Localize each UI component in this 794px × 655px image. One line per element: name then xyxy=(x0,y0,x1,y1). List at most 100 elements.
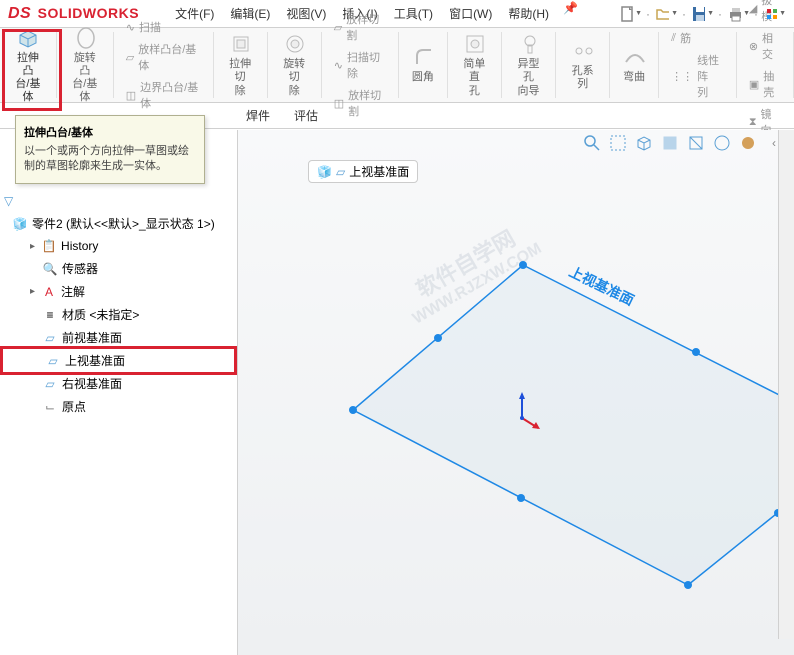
chevron-down-icon: ▼ xyxy=(743,10,750,17)
menu-view[interactable]: 视图(V) xyxy=(280,1,332,26)
plane-icon: ▱ xyxy=(42,330,58,346)
zoom-fit-button[interactable] xyxy=(580,131,604,155)
print-icon xyxy=(726,4,741,24)
tree-origin[interactable]: ⌙ 原点 xyxy=(0,395,237,418)
mirror-icon: ⧗ xyxy=(749,116,757,129)
expand-icon[interactable]: ▸ xyxy=(30,286,35,297)
rib-button[interactable]: ⫽筋 xyxy=(667,28,728,48)
loft-cut-icon: ▱ xyxy=(334,21,342,34)
breadcrumb[interactable]: 🧊 ▱ 上视基准面 xyxy=(308,160,418,183)
tree-material[interactable]: ≡ 材质 <未指定> xyxy=(0,303,237,326)
simple-hole-icon xyxy=(462,32,486,56)
rib-icon: ⫽ xyxy=(671,32,676,45)
feature-tree: ▽ 🧊 零件2 (默认<<默认>_显示状态 1>) ▸ 📋 History 🔍 … xyxy=(0,130,238,655)
fillet-icon xyxy=(411,45,435,69)
tree-annotations[interactable]: ▸ A 注解 xyxy=(0,280,237,303)
chevron-icon: ‹ xyxy=(772,136,776,150)
intersect-icon: ⊗ xyxy=(749,40,758,53)
loft-icon: ▱ xyxy=(126,51,134,64)
origin-icon: ⌙ xyxy=(42,399,58,415)
rebuild-button[interactable]: ▼ xyxy=(762,3,786,25)
titlebar: DS SOLIDWORKS 文件(F) 编辑(E) 视图(V) 插入(I) 工具… xyxy=(0,0,794,28)
new-button[interactable]: ▼ xyxy=(618,3,642,25)
zoom-area-button[interactable] xyxy=(606,131,630,155)
revolve-cut-label: 旋转切 除 xyxy=(280,58,309,98)
menu-tools[interactable]: 工具(T) xyxy=(388,1,439,26)
revolve-boss-button[interactable]: 旋转凸 台/基体 xyxy=(65,22,105,109)
zoom-area-icon xyxy=(608,133,628,153)
scrollbar-vertical[interactable] xyxy=(778,130,794,639)
view-orient-button[interactable] xyxy=(632,131,656,155)
plane-icon: ▱ xyxy=(45,353,61,369)
tree-history[interactable]: ▸ 📋 History xyxy=(0,235,237,257)
linear-pattern-icon: ⋮⋮ xyxy=(671,70,693,83)
sketch-plane: 上视基准面 xyxy=(338,250,794,590)
loft-cut-button[interactable]: ▱放样切割 xyxy=(330,9,390,45)
history-icon: 📋 xyxy=(41,238,57,254)
draft-icon: ◢ xyxy=(749,2,757,15)
rebuild-icon xyxy=(762,4,777,24)
simple-hole-button[interactable]: 简单直 孔 xyxy=(456,28,493,102)
ribbon: 拉伸凸 台/基体 旋转凸 台/基体 ∿扫描 ▱放样凸台/基体 ◫边界凸台/基体 … xyxy=(0,28,794,103)
app-logo: DS SOLIDWORKS xyxy=(8,5,139,23)
shell-button[interactable]: ▣抽壳 xyxy=(745,66,785,102)
menu-help[interactable]: 帮助(H) xyxy=(502,1,555,26)
tooltip: 拉伸凸台/基体 以一个或两个方向拉伸一草图或绘制的草图轮廓来生成一实体。 xyxy=(15,115,205,184)
bend-button[interactable]: 弯曲 xyxy=(618,41,650,88)
display-style-button[interactable] xyxy=(658,131,682,155)
filter-icon[interactable]: ▽ xyxy=(4,194,233,208)
boundary-button[interactable]: ◫边界凸台/基体 xyxy=(122,77,205,113)
scene-button[interactable] xyxy=(710,131,734,155)
menu-window[interactable]: 窗口(W) xyxy=(443,1,498,26)
expand-icon[interactable]: ▸ xyxy=(30,241,35,252)
section-view-icon xyxy=(686,133,706,153)
viewport[interactable]: 🧊 ▱ 上视基准面 软件自学网 WWW.RJZXW.COM 上视基准面 xyxy=(238,130,794,655)
hole-series-button[interactable]: 孔系列 xyxy=(564,35,601,95)
intersect-button[interactable]: ⊗相交 xyxy=(745,28,785,64)
extrude-boss-button[interactable]: 拉伸凸 台/基体 xyxy=(8,22,48,109)
workspace: ▽ 🧊 零件2 (默认<<默认>_显示状态 1>) ▸ 📋 History 🔍 … xyxy=(0,130,794,655)
tree-top-plane[interactable]: ▱ 上视基准面 xyxy=(0,346,237,375)
sweep-cut-button[interactable]: ∿扫描切除 xyxy=(330,47,390,83)
pin-icon[interactable]: 📌 xyxy=(563,1,578,26)
save-button[interactable]: ▼ xyxy=(690,3,714,25)
fillet-button[interactable]: 圆角 xyxy=(407,41,439,88)
boundary-icon: ◫ xyxy=(126,89,136,102)
sensors-icon: 🔍 xyxy=(42,261,58,277)
extrude-cut-button[interactable]: 拉伸切 除 xyxy=(222,28,259,102)
appearance-button[interactable] xyxy=(736,131,760,155)
tab-evaluate[interactable]: 评估 xyxy=(282,103,330,128)
revolve-cut-icon xyxy=(282,32,306,56)
hole-wizard-button[interactable]: 异型孔 向导 xyxy=(510,28,547,102)
open-button[interactable]: ▼ xyxy=(654,3,678,25)
tree-right-plane[interactable]: ▱ 右视基准面 xyxy=(0,372,237,395)
boundary-cut-button[interactable]: ◫放样切割 xyxy=(330,85,390,121)
loft-button[interactable]: ▱放样凸台/基体 xyxy=(122,39,205,75)
chevron-down-icon: ▼ xyxy=(635,10,642,17)
linear-pattern-button[interactable]: ⋮⋮线性阵 列 xyxy=(667,50,728,102)
extrude-cut-label: 拉伸切 除 xyxy=(226,58,255,98)
tooltip-title: 拉伸凸台/基体 xyxy=(24,124,196,140)
print-button[interactable]: ▼ xyxy=(726,3,750,25)
tab-weldment[interactable]: 焊件 xyxy=(234,103,282,128)
section-view-button[interactable] xyxy=(684,131,708,155)
display-style-icon xyxy=(660,133,680,153)
revolve-boss-icon xyxy=(73,26,97,50)
view-toolbar: ‹ xyxy=(580,131,786,155)
shell-icon: ▣ xyxy=(749,78,759,91)
zoom-fit-icon xyxy=(582,133,602,153)
extrude-boss-label: 拉伸凸 台/基体 xyxy=(12,52,44,105)
tree-root[interactable]: 🧊 零件2 (默认<<默认>_显示状态 1>) xyxy=(0,212,237,235)
revolve-cut-button[interactable]: 旋转切 除 xyxy=(276,28,313,102)
hole-series-icon xyxy=(571,39,595,63)
more-button[interactable]: ‹ xyxy=(762,131,786,155)
tree-sensors[interactable]: 🔍 传感器 xyxy=(0,257,237,280)
part-icon: 🧊 xyxy=(317,165,332,179)
appearance-icon xyxy=(738,133,758,153)
origin-triad xyxy=(502,390,542,433)
sweep-button[interactable]: ∿扫描 xyxy=(122,17,205,37)
chevron-down-icon: ▼ xyxy=(671,10,678,17)
menu-edit[interactable]: 编辑(E) xyxy=(224,1,276,26)
bend-icon xyxy=(622,45,646,69)
extrude-boss-icon xyxy=(16,26,40,50)
